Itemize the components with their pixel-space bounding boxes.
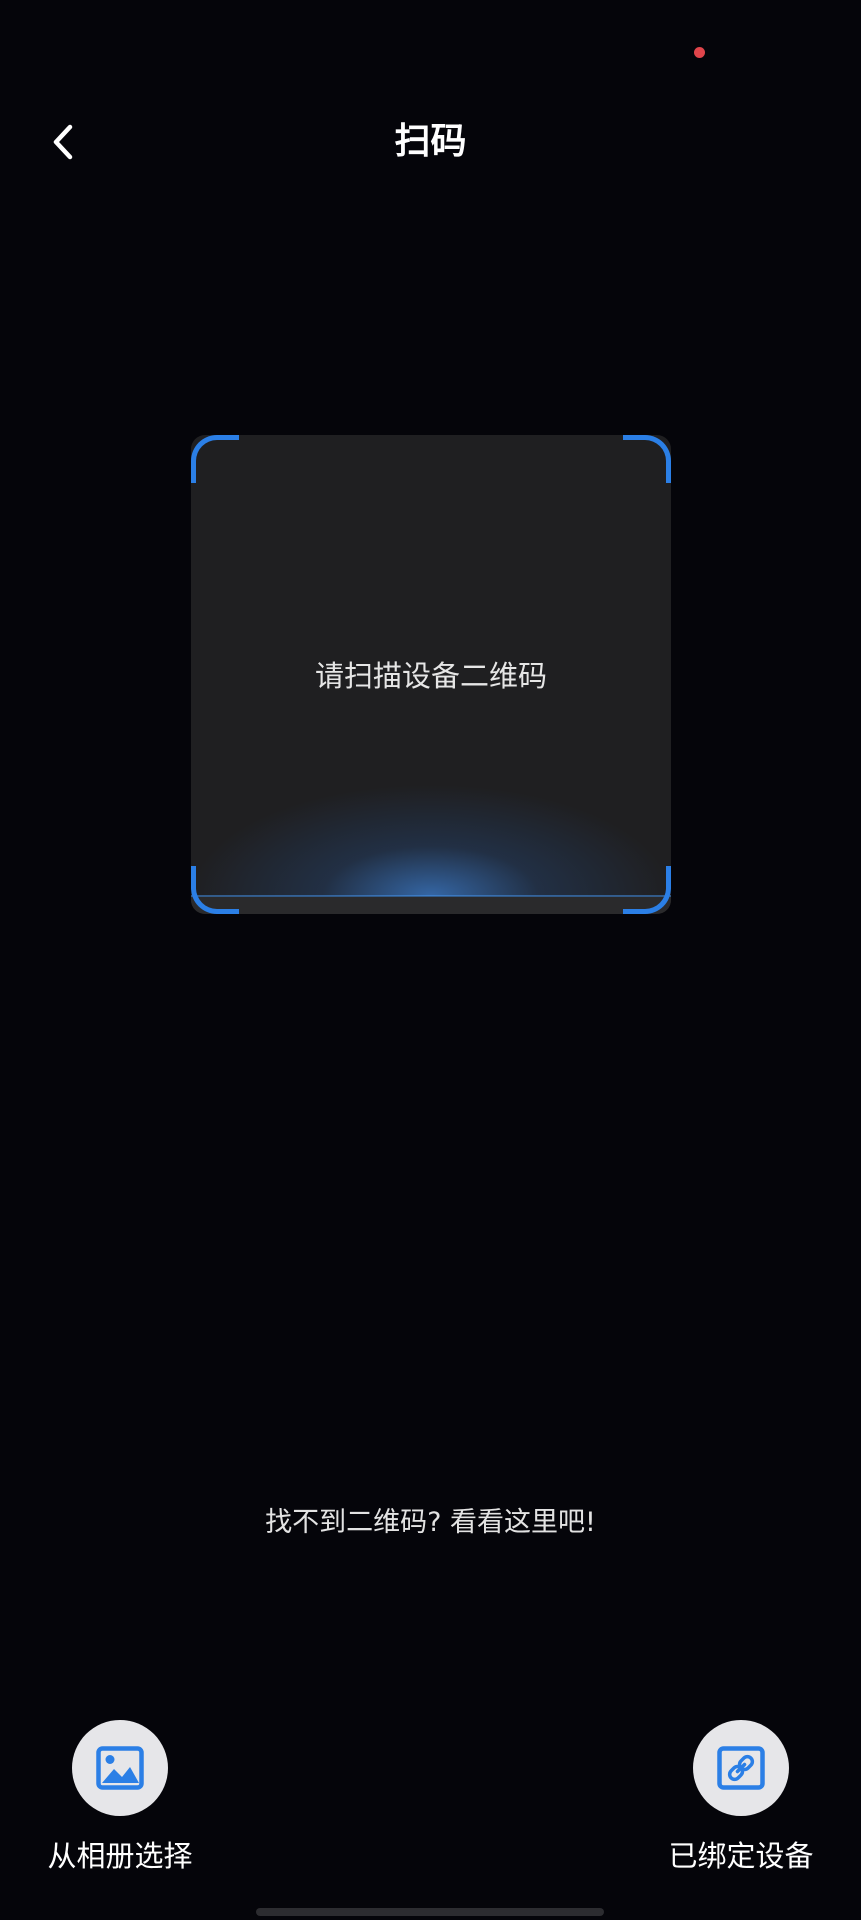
scan-corner-top-right (623, 435, 671, 483)
recording-indicator-dot (694, 47, 705, 58)
scan-corner-top-left (191, 435, 239, 483)
link-icon (717, 1746, 765, 1790)
scan-frame: 请扫描设备二维码 (191, 435, 671, 914)
home-indicator[interactable] (256, 1908, 604, 1916)
album-button-label: 从相册选择 (47, 1839, 193, 1873)
scan-viewport: 请扫描设备二维码 (191, 435, 671, 914)
select-from-album-button[interactable]: 从相册选择 (20, 1720, 220, 1875)
qr-help-link[interactable]: 找不到二维码? 看看这里吧! (0, 1500, 861, 1539)
bound-devices-button-label: 已绑定设备 (668, 1839, 814, 1873)
album-button-circle[interactable] (72, 1720, 168, 1816)
page-title: 扫码 (394, 121, 467, 162)
scan-viewport-bottom (191, 897, 671, 914)
scan-corner-bottom-left (191, 866, 239, 914)
header: 扫码 (0, 100, 861, 184)
chevron-left-icon (53, 124, 73, 160)
image-icon (96, 1746, 144, 1790)
bound-devices-button[interactable]: 已绑定设备 (641, 1720, 841, 1875)
scan-hint: 请扫描设备二维码 (314, 659, 547, 693)
back-button[interactable] (34, 112, 94, 172)
bound-devices-button-circle[interactable] (693, 1720, 789, 1816)
scan-glow (191, 785, 671, 896)
